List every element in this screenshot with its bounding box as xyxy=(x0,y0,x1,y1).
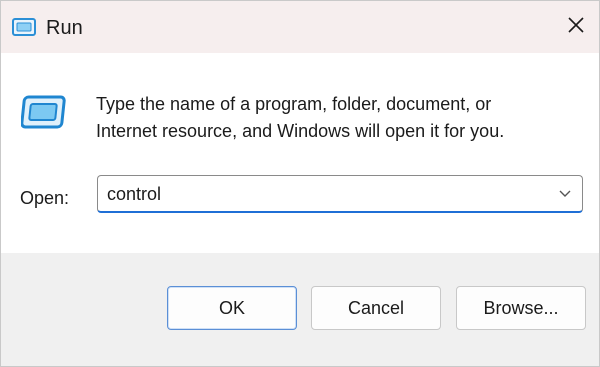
description-line-1: Type the name of a program, folder, docu… xyxy=(96,94,492,114)
open-label: Open: xyxy=(20,188,70,208)
close-button[interactable] xyxy=(553,1,599,53)
cancel-button[interactable]: Cancel xyxy=(311,286,441,330)
dialog-content: Type the name of a program, folder, docu… xyxy=(1,53,599,253)
button-bar: OK Cancel Browse... xyxy=(1,253,599,366)
open-combobox[interactable] xyxy=(97,175,583,213)
description-text: Type the name of a program, folder, docu… xyxy=(96,91,576,145)
window-title: Run xyxy=(46,17,83,39)
ok-button[interactable]: OK xyxy=(167,286,297,330)
run-dialog: Run Type the name of a program, folder, … xyxy=(0,0,600,367)
description-line-2: Internet resource, and Windows will open… xyxy=(96,121,505,141)
run-icon xyxy=(12,18,36,36)
dropdown-button[interactable] xyxy=(554,184,576,204)
browse-button[interactable]: Browse... xyxy=(456,286,586,330)
chevron-down-icon xyxy=(558,185,572,203)
run-icon xyxy=(20,93,69,131)
title-bar[interactable]: Run xyxy=(1,1,599,53)
close-icon xyxy=(568,16,584,38)
open-input[interactable] xyxy=(107,181,537,207)
